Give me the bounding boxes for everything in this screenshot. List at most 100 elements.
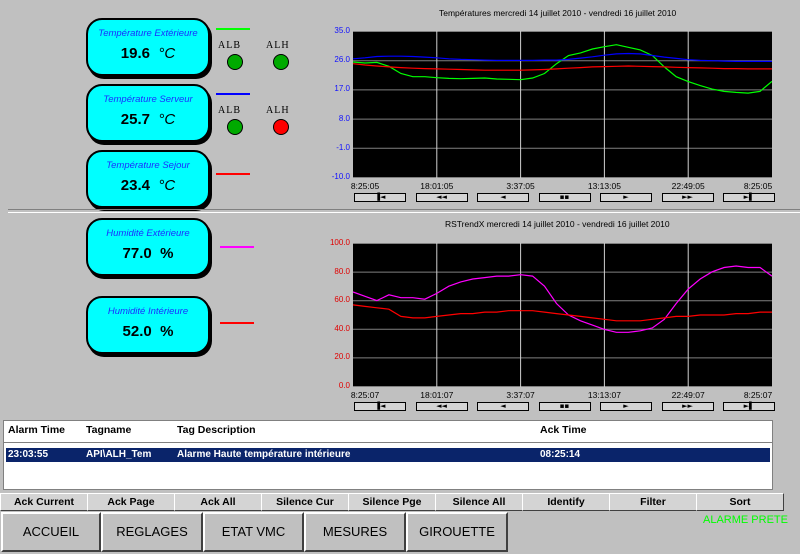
x-tick-label: 22:49:07 — [671, 390, 705, 400]
col-header-tag-description[interactable]: Tag Description — [177, 424, 256, 436]
x-tick-label: 18:01:07 — [420, 390, 454, 400]
sensor-server-temp: Température Serveur 25.7 °C — [86, 84, 210, 142]
nav-forward-button[interactable]: ► — [600, 402, 652, 411]
sensor-label: Humidité Extérieure — [106, 228, 190, 239]
ack-page-button[interactable]: Ack Page — [87, 493, 175, 511]
cell-tag-description: Alarme Haute température intérieure — [177, 449, 351, 460]
menu-mesures-button[interactable]: MESURES — [304, 512, 406, 552]
ack-current-button[interactable]: Ack Current — [0, 493, 88, 511]
silence-current-button[interactable]: Silence Cur — [261, 493, 349, 511]
series-line-2 — [353, 63, 772, 71]
x-tick-label: 3:37:05 — [506, 181, 535, 191]
y-tick-label: 60.0 — [334, 295, 350, 305]
sensor-ext-humidity: Humidité Extérieure 77.0 % — [86, 218, 210, 276]
col-header-tagname[interactable]: Tagname — [86, 424, 131, 436]
series-line-0 — [353, 265, 772, 333]
temp-chart-title: Températures mercredi 14 juillet 2010 - … — [439, 8, 677, 18]
hum-chart-title: RSTrendX mercredi 14 juillet 2010 - vend… — [445, 219, 670, 229]
y-tick-label: 8.0 — [338, 113, 350, 123]
nav-pause-button[interactable]: ▪▪ — [538, 402, 591, 411]
legend-line-sejour-temp — [216, 173, 250, 175]
y-tick-label: -1.0 — [336, 142, 350, 152]
alarm-high-header: ALH — [266, 105, 290, 116]
y-tick-label: 80.0 — [334, 266, 350, 276]
nav-fast-forward-button[interactable]: ►► — [661, 193, 714, 202]
y-tick-label: 40.0 — [334, 323, 350, 333]
sensor-value: 19.6 °C — [120, 45, 176, 62]
nav-first-button[interactable]: ▐◄ — [354, 193, 406, 202]
menu-etat-vmc-button[interactable]: ETAT VMC — [203, 512, 304, 552]
sensor-label: Température Extérieure — [98, 28, 198, 39]
led-server-alb — [227, 119, 243, 135]
y-tick-label: 20.0 — [334, 352, 350, 362]
x-tick-label: 22:49:05 — [671, 181, 705, 191]
sensor-sejour-temp: Température Sejour 23.4 °C — [86, 150, 210, 208]
x-tick-label: 13:13:07 — [587, 390, 621, 400]
nav-last-button[interactable]: ►▌ — [723, 402, 775, 411]
menu-accueil-button[interactable]: ACCUEIL — [1, 512, 101, 552]
silence-page-button[interactable]: Silence Pge — [348, 493, 436, 511]
y-tick-label: 26.0 — [334, 55, 350, 65]
y-tick-label: 17.0 — [334, 84, 350, 94]
sensor-label: Température Serveur — [103, 94, 193, 105]
x-tick-label: 8:25:07 — [350, 390, 380, 400]
humidity-chart[interactable] — [353, 243, 772, 387]
alarm-status-text: ALARME PRETE — [703, 514, 788, 526]
sort-button[interactable]: Sort — [696, 493, 784, 511]
col-header-alarm-time[interactable]: Alarm Time — [8, 424, 65, 436]
nav-forward-button[interactable]: ► — [600, 193, 652, 202]
sensor-label: Température Sejour — [106, 160, 190, 171]
series-line-1 — [353, 304, 772, 322]
alarm-low-header: ALB — [218, 105, 241, 116]
alarm-table: Alarm Time Tagname Tag Description Ack T… — [3, 420, 773, 490]
sensor-value: 52.0 % — [122, 323, 174, 340]
x-tick-label: 8:25:05 — [350, 181, 380, 191]
y-tick-label: 35.0 — [334, 26, 350, 35]
y-tick-label: -10.0 — [331, 172, 350, 181]
sensor-label: Humidité Intérieure — [107, 306, 189, 317]
x-tick-label: 13:13:05 — [587, 181, 621, 191]
alarm-high-header: ALH — [266, 40, 290, 51]
sensor-ext-temp: Température Extérieure 19.6 °C — [86, 18, 210, 76]
alarm-low-header: ALB — [218, 40, 241, 51]
nav-rewind-button[interactable]: ◄◄ — [415, 402, 468, 411]
y-tick-label: 100.0 — [329, 238, 350, 247]
temp-chart[interactable] — [353, 31, 772, 178]
section-divider — [8, 209, 800, 213]
identify-button[interactable]: Identify — [522, 493, 610, 511]
ack-all-button[interactable]: Ack All — [174, 493, 262, 511]
led-ext-alb — [227, 54, 243, 70]
nav-back-button[interactable]: ◄ — [477, 193, 529, 202]
legend-line-server-temp — [216, 93, 250, 95]
filter-button[interactable]: Filter — [609, 493, 697, 511]
cell-alarm-time: 23:03:55 — [8, 449, 49, 460]
nav-rewind-button[interactable]: ◄◄ — [415, 193, 468, 202]
silence-all-button[interactable]: Silence All — [435, 493, 523, 511]
legend-line-ext-humidity — [220, 246, 254, 248]
sensor-value: 23.4 °C — [120, 177, 176, 194]
cell-tagname: API\ALH_Tem — [86, 449, 152, 460]
legend-line-ext-temp — [216, 28, 250, 30]
y-tick-label: 0.0 — [338, 381, 350, 390]
col-header-ack-time[interactable]: Ack Time — [540, 424, 587, 436]
nav-first-button[interactable]: ▐◄ — [354, 402, 406, 411]
x-tick-label: 8:25:05 — [743, 181, 773, 191]
x-tick-label: 18:01:05 — [420, 181, 454, 191]
x-tick-label: 8:25:07 — [743, 390, 773, 400]
nav-fast-forward-button[interactable]: ►► — [661, 402, 714, 411]
nav-pause-button[interactable]: ▪▪ — [538, 193, 591, 202]
led-ext-alh — [273, 54, 289, 70]
cell-ack-time: 08:25:14 — [540, 449, 581, 460]
menu-girouette-button[interactable]: GIROUETTE — [406, 512, 508, 552]
x-tick-label: 3:37:07 — [506, 390, 535, 400]
led-server-alh — [273, 119, 289, 135]
table-row[interactable]: 23:03:55 API\ALH_Tem Alarme Haute tempér… — [6, 448, 770, 462]
legend-line-int-humidity — [220, 322, 254, 324]
menu-reglages-button[interactable]: REGLAGES — [101, 512, 203, 552]
nav-last-button[interactable]: ►▌ — [723, 193, 775, 202]
header-separator — [4, 442, 772, 443]
sensor-int-humidity: Humidité Intérieure 52.0 % — [86, 296, 210, 354]
nav-back-button[interactable]: ◄ — [477, 402, 529, 411]
sensor-value: 77.0 % — [122, 245, 174, 262]
sensor-value: 25.7 °C — [120, 111, 176, 128]
